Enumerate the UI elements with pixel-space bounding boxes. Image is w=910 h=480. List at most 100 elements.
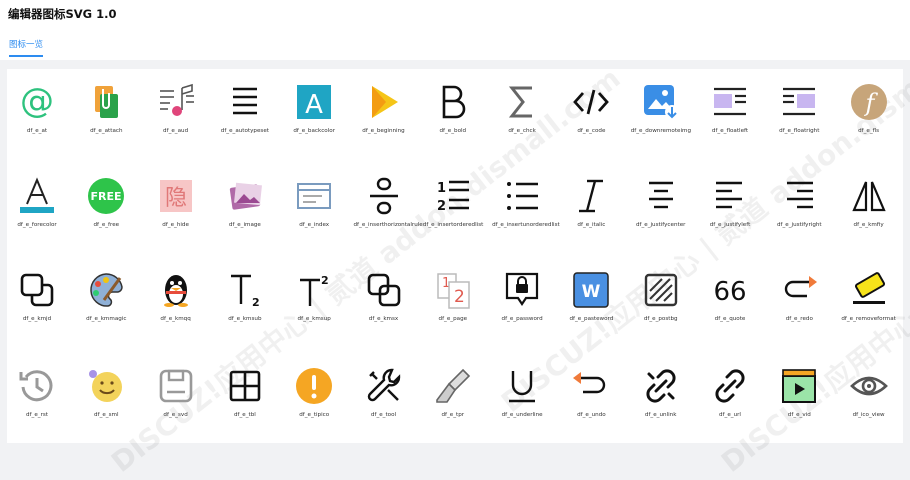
- icon-cell[interactable]: df_e_redo: [769, 260, 829, 330]
- svg-text:2: 2: [321, 274, 329, 287]
- icon-cell[interactable]: df_e_italic: [561, 166, 621, 236]
- icon-cell[interactable]: @ df_e_at: [7, 72, 67, 142]
- icon-cell[interactable]: df_e_beginning: [354, 72, 414, 142]
- icon-cell[interactable]: 隐 df_e_hide: [146, 166, 206, 236]
- icon-cell[interactable]: df_e_tipico: [284, 356, 344, 426]
- svg-text:A: A: [305, 90, 323, 120]
- icon-cell[interactable]: df_e_floatleft: [700, 72, 760, 142]
- icon-label: df_e_fls: [858, 128, 880, 134]
- icon-cell[interactable]: df_e_kmsx: [354, 260, 414, 330]
- icon-cell[interactable]: df_e_code: [561, 72, 621, 142]
- icon-label: df_e_image: [228, 222, 261, 228]
- icon-label: df_e_backcolor: [293, 128, 335, 134]
- icon-cell[interactable]: df_e_kmmagic: [76, 260, 136, 330]
- icon-cell[interactable]: df_e_justifyright: [769, 166, 829, 236]
- download-image-icon: [643, 85, 679, 119]
- icon-label: df_e_removeformat: [841, 316, 896, 322]
- icon-cell[interactable]: df_e_chck: [492, 72, 552, 142]
- icon-cell[interactable]: FREE df_e_free: [76, 166, 136, 236]
- icon-label: df_e_attach: [90, 128, 123, 134]
- undo-icon: [573, 372, 606, 394]
- code-icon: [573, 89, 610, 115]
- icon-cell[interactable]: df_e_removeformat: [839, 260, 899, 330]
- postbg-icon: [644, 273, 677, 307]
- eraser-icon: [852, 272, 885, 304]
- icon-cell[interactable]: df_e_svd: [146, 356, 206, 426]
- icon-cell[interactable]: df_e_sml: [76, 356, 136, 426]
- icon-label: df_e_index: [299, 222, 330, 228]
- icon-cell[interactable]: df_ico_view: [839, 356, 899, 426]
- icon-cell[interactable]: 66 df_e_quote: [700, 260, 760, 330]
- icon-label: df_e_floatright: [779, 128, 820, 134]
- brush-icon: [435, 368, 470, 403]
- tab-icon-overview[interactable]: 图标一览: [9, 38, 44, 57]
- icon-cell[interactable]: df_e_aud: [146, 72, 206, 142]
- icon-cell[interactable]: Wdf_e_pasteword: [561, 260, 621, 330]
- icon-cell[interactable]: df_e_underline: [492, 356, 552, 426]
- icon-cell[interactable]: df_e_unlink: [631, 356, 691, 426]
- icon-label: df_e_inserthorizontalrule: [353, 222, 423, 228]
- icon-label: df_e_kmmagic: [86, 316, 127, 322]
- icon-cell[interactable]: df_e_postbg: [631, 260, 691, 330]
- unlink-icon: [646, 369, 676, 403]
- icon-cell[interactable]: df_e_password: [492, 260, 552, 330]
- icon-label: df_e_italic: [577, 222, 606, 228]
- icon-label: df_e_code: [577, 128, 606, 134]
- subscript-icon: 2: [230, 274, 260, 309]
- icon-cell[interactable]: df_e_justifycenter: [631, 166, 691, 236]
- icon-cell[interactable]: df_e_vid: [769, 356, 829, 426]
- icon-cell[interactable]: df_e_insertunorderedlist: [492, 166, 560, 236]
- at-icon: @: [20, 82, 54, 121]
- icon-cell[interactable]: 1 2 df_e_insertorderedlist: [423, 166, 483, 236]
- icon-cell[interactable]: df_e_kmfiy: [839, 166, 899, 236]
- float-right-icon: [783, 87, 816, 116]
- icon-cell[interactable]: 1 2 df_e_page: [423, 260, 483, 330]
- icon-cell[interactable]: df_e_tool: [354, 356, 414, 426]
- icon-label: df_e_kmjd: [22, 316, 52, 322]
- attach-icon: [95, 86, 119, 118]
- icon-cell[interactable]: df_e_tbl: [215, 356, 275, 426]
- palette-icon: [90, 273, 124, 307]
- icon-label: df_e_bold: [439, 128, 467, 134]
- icon-label: df_e_kmqq: [160, 316, 191, 322]
- save-icon: [159, 369, 192, 403]
- icon-cell[interactable]: df_e_index: [284, 166, 344, 236]
- link-icon: [715, 369, 745, 403]
- free-icon: FREE: [88, 178, 125, 214]
- icon-cell[interactable]: df_e_image: [215, 166, 275, 236]
- justify-left-icon: [716, 181, 742, 209]
- icon-cell[interactable]: df_e_floatright: [769, 72, 829, 142]
- icon-label: df_e_autotypeset: [220, 128, 269, 134]
- sigma-icon: [509, 86, 533, 118]
- icon-cell[interactable]: df_e_kmjd: [7, 260, 67, 330]
- icon-cell[interactable]: 2 df_e_kmsup: [284, 260, 344, 330]
- icon-cell[interactable]: df_e_attach: [76, 72, 136, 142]
- icon-label: df_e_vid: [787, 412, 811, 418]
- float-left-icon: [714, 87, 746, 116]
- icon-cell[interactable]: df_e_justifyleft: [700, 166, 760, 236]
- icon-cell[interactable]: df_e_url: [700, 356, 760, 426]
- icon-label: df_e_sml: [94, 412, 119, 418]
- horizontal-rule-icon: [369, 177, 398, 215]
- video-icon: [782, 369, 817, 403]
- icon-cell[interactable]: df_e_bold: [423, 72, 483, 142]
- icon-cell[interactable]: df_e_forecolor: [7, 166, 67, 236]
- icon-cell[interactable]: df_e_downremoteimg: [631, 72, 691, 142]
- header: 编辑器图标SVG 1.0 图标一览: [0, 0, 910, 60]
- icon-cell[interactable]: df_e_rst: [7, 356, 67, 426]
- icon-cell[interactable]: Adf_e_backcolor: [284, 72, 344, 142]
- svg-text:隐: 隐: [165, 186, 187, 211]
- icon-cell[interactable]: df_e_tpr: [423, 356, 483, 426]
- svg-text:1: 1: [437, 181, 446, 196]
- icon-cell[interactable]: df_e_undo: [561, 356, 621, 426]
- icon-label: df_e_tpr: [441, 412, 465, 418]
- icon-cell[interactable]: df_e_inserthorizontalrule: [353, 166, 423, 236]
- icon-cell[interactable]: 2 df_e_kmsub: [215, 260, 275, 330]
- icon-label: df_e_svd: [163, 412, 188, 418]
- icon-cell[interactable]: f df_e_fls: [839, 72, 899, 142]
- icon-cell[interactable]: df_e_kmqq: [146, 260, 206, 330]
- icon-cell[interactable]: df_e_autotypeset: [215, 72, 275, 142]
- icon-label: df_e_insertunorderedlist: [492, 222, 560, 228]
- icon-label: df_e_tbl: [233, 412, 256, 418]
- mirror-icon: [851, 181, 886, 212]
